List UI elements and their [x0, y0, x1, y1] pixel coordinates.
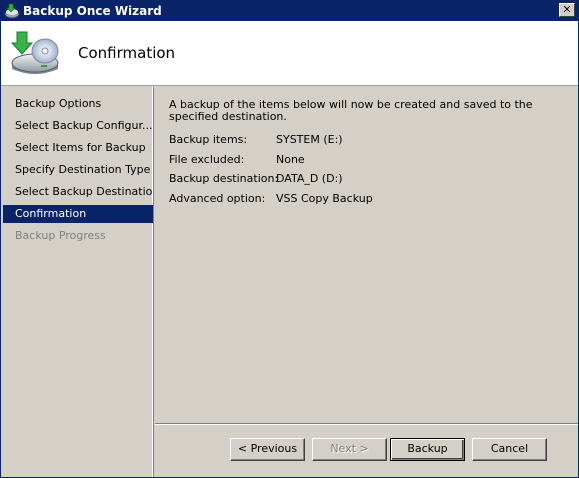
detail-label: Advanced option: [169, 191, 266, 205]
wizard-header: Confirmation [1, 21, 578, 86]
nav-item-confirmation[interactable]: Confirmation [3, 205, 153, 223]
close-button[interactable]: ✕ [559, 3, 575, 17]
detail-row-backup-destination: Backup destination: DATA_D (D:) [169, 172, 564, 192]
cancel-button[interactable]: Cancel [472, 438, 547, 461]
detail-label: Backup destination: [169, 172, 279, 185]
nav-item-select-backup-destination[interactable]: Select Backup Destination [3, 183, 153, 201]
detail-row-file-excluded: File excluded: None [169, 153, 564, 173]
detail-value: VSS Copy Backup [276, 191, 373, 205]
button-area-divider-highlight [155, 424, 578, 425]
detail-value: DATA_D (D:) [276, 172, 343, 185]
detail-value: None [276, 152, 305, 166]
confirmation-content: A backup of the items below will now be … [169, 99, 564, 211]
backup-app-icon [4, 3, 20, 19]
detail-value: SYSTEM (E:) [276, 133, 343, 146]
nav-divider [153, 87, 154, 477]
detail-row-advanced-option: Advanced option: VSS Copy Backup [169, 192, 564, 212]
backup-disk-arrow-icon [9, 29, 61, 77]
title-bar[interactable]: Backup Once Wizard ✕ [1, 1, 578, 21]
wizard-window: Backup Once Wizard ✕ Confirmation Backup… [0, 0, 579, 478]
nav-item-backup-progress: Backup Progress [15, 229, 106, 242]
nav-item-select-backup-configuration[interactable]: Select Backup Configur... [3, 117, 153, 135]
detail-row-backup-items: Backup items: SYSTEM (E:) [169, 133, 564, 153]
window-title: Backup Once Wizard [23, 4, 162, 18]
backup-button[interactable]: Backup [390, 438, 465, 461]
wizard-steps-nav: Backup Options Select Backup Configur...… [1, 87, 153, 477]
nav-item-select-items[interactable]: Select Items for Backup [3, 139, 153, 157]
detail-label: Backup items: [169, 133, 248, 146]
previous-button[interactable]: < Previous [230, 438, 305, 461]
intro-text: A backup of the items below will now be … [169, 98, 533, 123]
detail-label: File excluded: [169, 152, 245, 166]
nav-item-backup-options[interactable]: Backup Options [3, 95, 153, 113]
next-button: Next > [312, 438, 387, 461]
nav-item-specify-destination-type[interactable]: Specify Destination Type [3, 161, 153, 179]
page-title: Confirmation [78, 44, 176, 62]
